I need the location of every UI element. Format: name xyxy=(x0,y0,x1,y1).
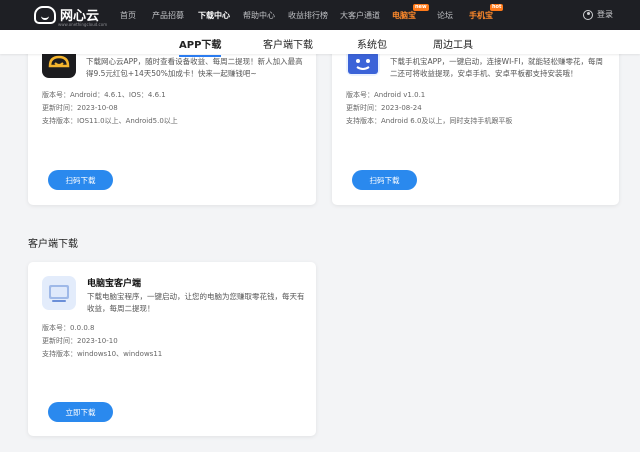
download-tabs: APP下载 客户端下载 系统包 周边工具 xyxy=(0,30,640,57)
nav-phone-box-label: 手机宝 xyxy=(469,11,493,20)
app-updated: 更新时间：2023-10-08 xyxy=(42,104,118,112)
nav-product-recruit[interactable]: 产品招募 xyxy=(152,10,184,21)
phone-box-scan-download-button[interactable]: 扫码下载 xyxy=(352,170,417,190)
pc-box-client-icon xyxy=(42,276,76,310)
nav-phone-box[interactable]: 手机宝 hot xyxy=(469,4,504,21)
user-icon xyxy=(583,9,593,20)
client-section-title: 客户端下载 xyxy=(28,239,78,250)
phone-box-updated: 更新时间：2023-08-24 xyxy=(346,104,422,112)
app-description: 下载网心云APP，随时查看设备收益、每周二提现！新人加入最高得9.5元红包+14… xyxy=(86,57,303,78)
app-download-card: 下载网心云APP，随时查看设备收益、每周二提现！新人加入最高得9.5元红包+14… xyxy=(28,40,316,205)
tab-peripheral-tools[interactable]: 周边工具 xyxy=(433,36,473,51)
nav-pc-box-label: 电脑宝 xyxy=(392,11,416,20)
nav-home[interactable]: 首页 xyxy=(120,10,136,21)
logo[interactable]: 网心云 www.onethingcloud.com xyxy=(34,5,107,27)
pc-box-client-title: 电脑宝客户端 xyxy=(87,279,142,289)
tab-app-download[interactable]: APP下载 xyxy=(179,36,222,57)
app-support: 支持版本：IOS11.0以上、Android5.0以上 xyxy=(42,117,178,125)
new-badge: new xyxy=(413,4,429,11)
tab-system-package[interactable]: 系统包 xyxy=(357,36,387,51)
nav-download-center[interactable]: 下载中心 xyxy=(198,10,230,21)
login-link[interactable]: 登录 xyxy=(583,9,613,20)
phone-box-support: 支持版本：Android 6.0及以上，同时支持手机跟平板 xyxy=(346,117,513,125)
pc-box-client-description: 下载电脑宝程序，一键启动，让您的电脑为您赚取零花钱，每天有收益，每周二提现！ xyxy=(87,292,305,313)
app-version: 版本号：Android：4.6.1、IOS：4.6.1 xyxy=(42,91,166,99)
pc-box-client-version: 版本号：0.0.0.8 xyxy=(42,324,95,332)
pc-box-download-now-button[interactable]: 立即下载 xyxy=(48,402,113,422)
nav-pc-box[interactable]: 电脑宝 new xyxy=(392,4,429,21)
app-scan-download-button[interactable]: 扫码下载 xyxy=(48,170,113,190)
pc-box-client-updated: 更新时间：2023-10-10 xyxy=(42,337,118,345)
pc-box-client-support: 支持版本：windows10、windows11 xyxy=(42,350,163,358)
phone-box-card: 下载手机宝APP，一键启动，连接WI-FI，就能轻松赚零花，每周二还可将收益提现… xyxy=(332,40,619,205)
hot-badge: hot xyxy=(490,4,504,11)
nav-enterprise[interactable]: 大客户通道 xyxy=(340,10,380,21)
phone-box-version: 版本号：Android v1.0.1 xyxy=(346,91,426,99)
nav-earnings-ranking[interactable]: 收益排行榜 xyxy=(288,10,328,21)
pc-box-client-card: 电脑宝客户端 下载电脑宝程序，一键启动，让您的电脑为您赚取零花钱，每天有收益，每… xyxy=(28,262,316,436)
logo-subtext: www.onethingcloud.com xyxy=(58,22,108,27)
tab-client-download[interactable]: 客户端下载 xyxy=(263,36,313,51)
login-label: 登录 xyxy=(597,10,613,19)
nav-help-center[interactable]: 帮助中心 xyxy=(243,10,275,21)
top-navbar: 网心云 www.onethingcloud.com 首页 产品招募 下载中心 帮… xyxy=(0,0,640,30)
nav-forum[interactable]: 论坛 xyxy=(437,10,453,21)
cloud-logo-icon xyxy=(34,5,56,24)
phone-box-description: 下载手机宝APP，一键启动，连接WI-FI，就能轻松赚零花，每周二还可将收益提现… xyxy=(390,57,604,78)
